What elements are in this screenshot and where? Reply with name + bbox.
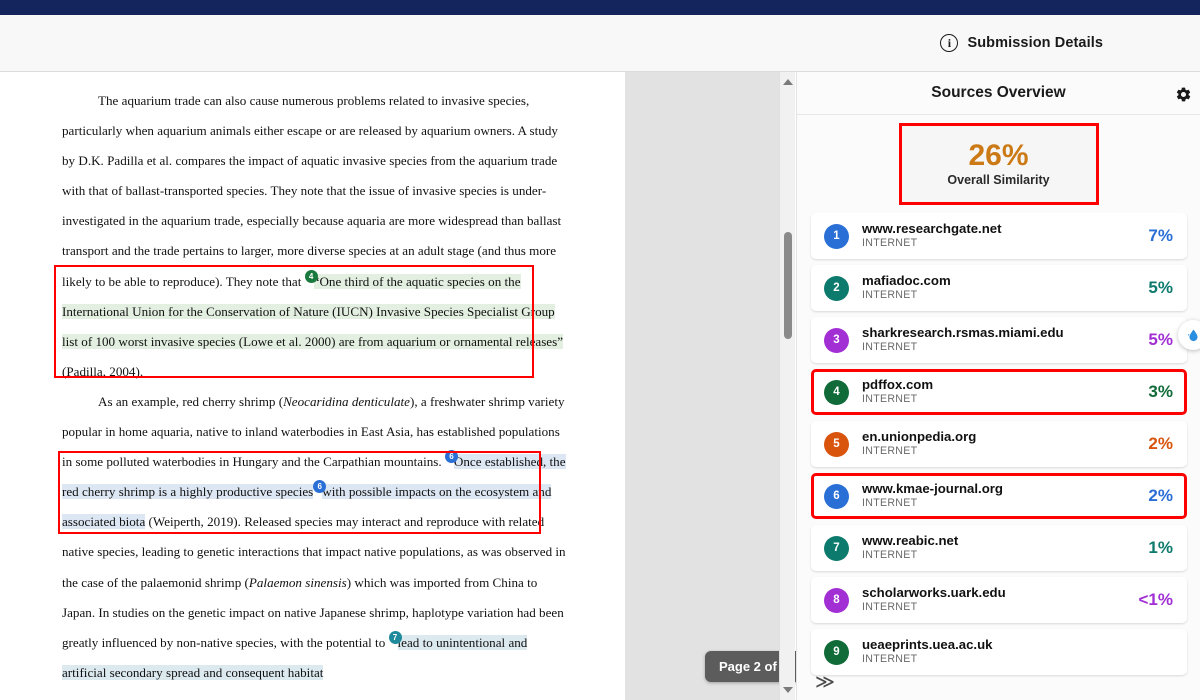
source-row[interactable]: 6 www.kmae-journal.orgINTERNET2% [811,473,1187,519]
sources-panel: Sources Overview 26% Overall Similarity … [796,72,1200,700]
source-type: INTERNET [862,548,1125,562]
source-type: INTERNET [862,496,1125,510]
source-url: sharkresearch.rsmas.miami.edu [862,325,1125,340]
sources-list[interactable]: 1www.researchgate.netINTERNET7%2mafiadoc… [797,213,1200,700]
source-type: INTERNET [862,444,1125,458]
source-number-badge: 3 [824,328,849,353]
para-1: The aquarium trade can also cause numero… [62,86,570,387]
source-text: www.researchgate.netINTERNET [862,221,1125,250]
source-row[interactable]: 1 www.researchgate.netINTERNET7% [811,213,1187,259]
source-number-badge: 1 [824,224,849,249]
source-row[interactable]: 5 en.unionpedia.orgINTERNET2% [811,421,1187,467]
source-percent: <1% [1125,590,1173,610]
source-number-badge: 7 [824,536,849,561]
source-url: www.researchgate.net [862,221,1125,236]
source-text: mafiadoc.comINTERNET [862,273,1125,302]
source-url: scholarworks.uark.edu [862,585,1125,600]
source-text: pdffox.comINTERNET [862,377,1125,406]
source-type: INTERNET [862,288,1125,302]
submission-details-label: Submission Details [967,35,1103,51]
scroll-up-arrow-icon[interactable] [783,79,793,85]
source-row[interactable]: 8 scholarworks.uark.eduINTERNET<1% [811,577,1187,623]
expand-panel-button[interactable]: ≫ [815,673,833,692]
document-text: The aquarium trade can also cause numero… [62,86,570,688]
source-percent: 3% [1125,382,1173,402]
overall-similarity-card[interactable]: 26% Overall Similarity [899,123,1099,205]
source-flag-6-icon[interactable]: 6 [445,450,458,463]
scrollbar-thumb[interactable] [784,232,792,339]
source-percent: 5% [1125,278,1173,298]
para-2: As an example, red cherry shrimp (Neocar… [62,387,570,688]
document-viewer[interactable]: The aquarium trade can also cause numero… [0,72,795,700]
sources-panel-title: Sources Overview [931,84,1065,102]
source-url: en.unionpedia.org [862,429,1125,444]
source-percent: 2% [1125,434,1173,454]
source-type: INTERNET [862,340,1125,354]
source-type: INTERNET [862,236,1125,250]
source-text: ueaeprints.uea.ac.ukINTERNET [862,637,1125,666]
source-percent: 7% [1125,226,1173,246]
source-url: ueaeprints.uea.ac.uk [862,637,1125,652]
similarity-report-app: i Submission Details The aquarium trade … [0,0,1200,700]
info-icon: i [940,34,958,52]
source-type: INTERNET [862,652,1125,666]
source-type: INTERNET [862,392,1125,406]
source-percent: 5% [1125,330,1173,350]
overall-similarity-section: 26% Overall Similarity [797,115,1200,213]
source-flag-7-icon[interactable]: 7 [389,631,402,644]
overall-similarity-percent: 26% [968,141,1028,171]
source-number-badge: 2 [824,276,849,301]
text-run: As an example, red cherry shrimp ( [98,394,283,409]
source-row[interactable]: 2 mafiadoc.comINTERNET5% [811,265,1187,311]
source-number-badge: 5 [824,432,849,457]
submission-details-button[interactable]: i Submission Details [940,34,1103,52]
source-url: www.kmae-journal.org [862,481,1125,496]
document-page: The aquarium trade can also cause numero… [0,72,625,700]
italic-species-name: Neocaridina denticulate [283,394,410,409]
source-percent: 1% [1125,538,1173,558]
app-top-bar [0,0,1200,15]
source-url: www.reabic.net [862,533,1125,548]
document-scrollbar[interactable] [779,72,795,700]
scroll-down-arrow-icon[interactable] [783,687,793,693]
source-row[interactable]: 9 ueaeprints.uea.ac.ukINTERNET [811,629,1187,675]
source-text: www.reabic.netINTERNET [862,533,1125,562]
source-flag-4-icon[interactable]: 4 [305,270,318,283]
water-drop-icon[interactable] [1178,320,1200,350]
source-text: sharkresearch.rsmas.miami.eduINTERNET [862,325,1125,354]
italic-species-name: Palaemon sinensis [249,575,347,590]
source-text: scholarworks.uark.eduINTERNET [862,585,1125,614]
overall-similarity-label: Overall Similarity [947,173,1049,187]
source-row[interactable]: 4 pdffox.comINTERNET3% [811,369,1187,415]
source-row[interactable]: 3 sharkresearch.rsmas.miami.eduINTERNET5% [811,317,1187,363]
source-number-badge: 9 [824,640,849,665]
source-number-badge: 6 [824,484,849,509]
source-number-badge: 4 [824,380,849,405]
source-row[interactable]: 7 www.reabic.netINTERNET1% [811,525,1187,571]
source-percent: 2% [1125,486,1173,506]
text-run: (Padilla, 2004). [62,364,143,379]
source-text: en.unionpedia.orgINTERNET [862,429,1125,458]
source-url: pdffox.com [862,377,1125,392]
source-text: www.kmae-journal.orgINTERNET [862,481,1125,510]
sources-panel-header: Sources Overview [797,72,1200,115]
source-type: INTERNET [862,600,1125,614]
app-header: i Submission Details [0,15,1200,72]
source-number-badge: 8 [824,588,849,613]
source-url: mafiadoc.com [862,273,1125,288]
text-run: The aquarium trade can also cause numero… [62,93,561,289]
gear-icon[interactable] [1170,81,1196,107]
